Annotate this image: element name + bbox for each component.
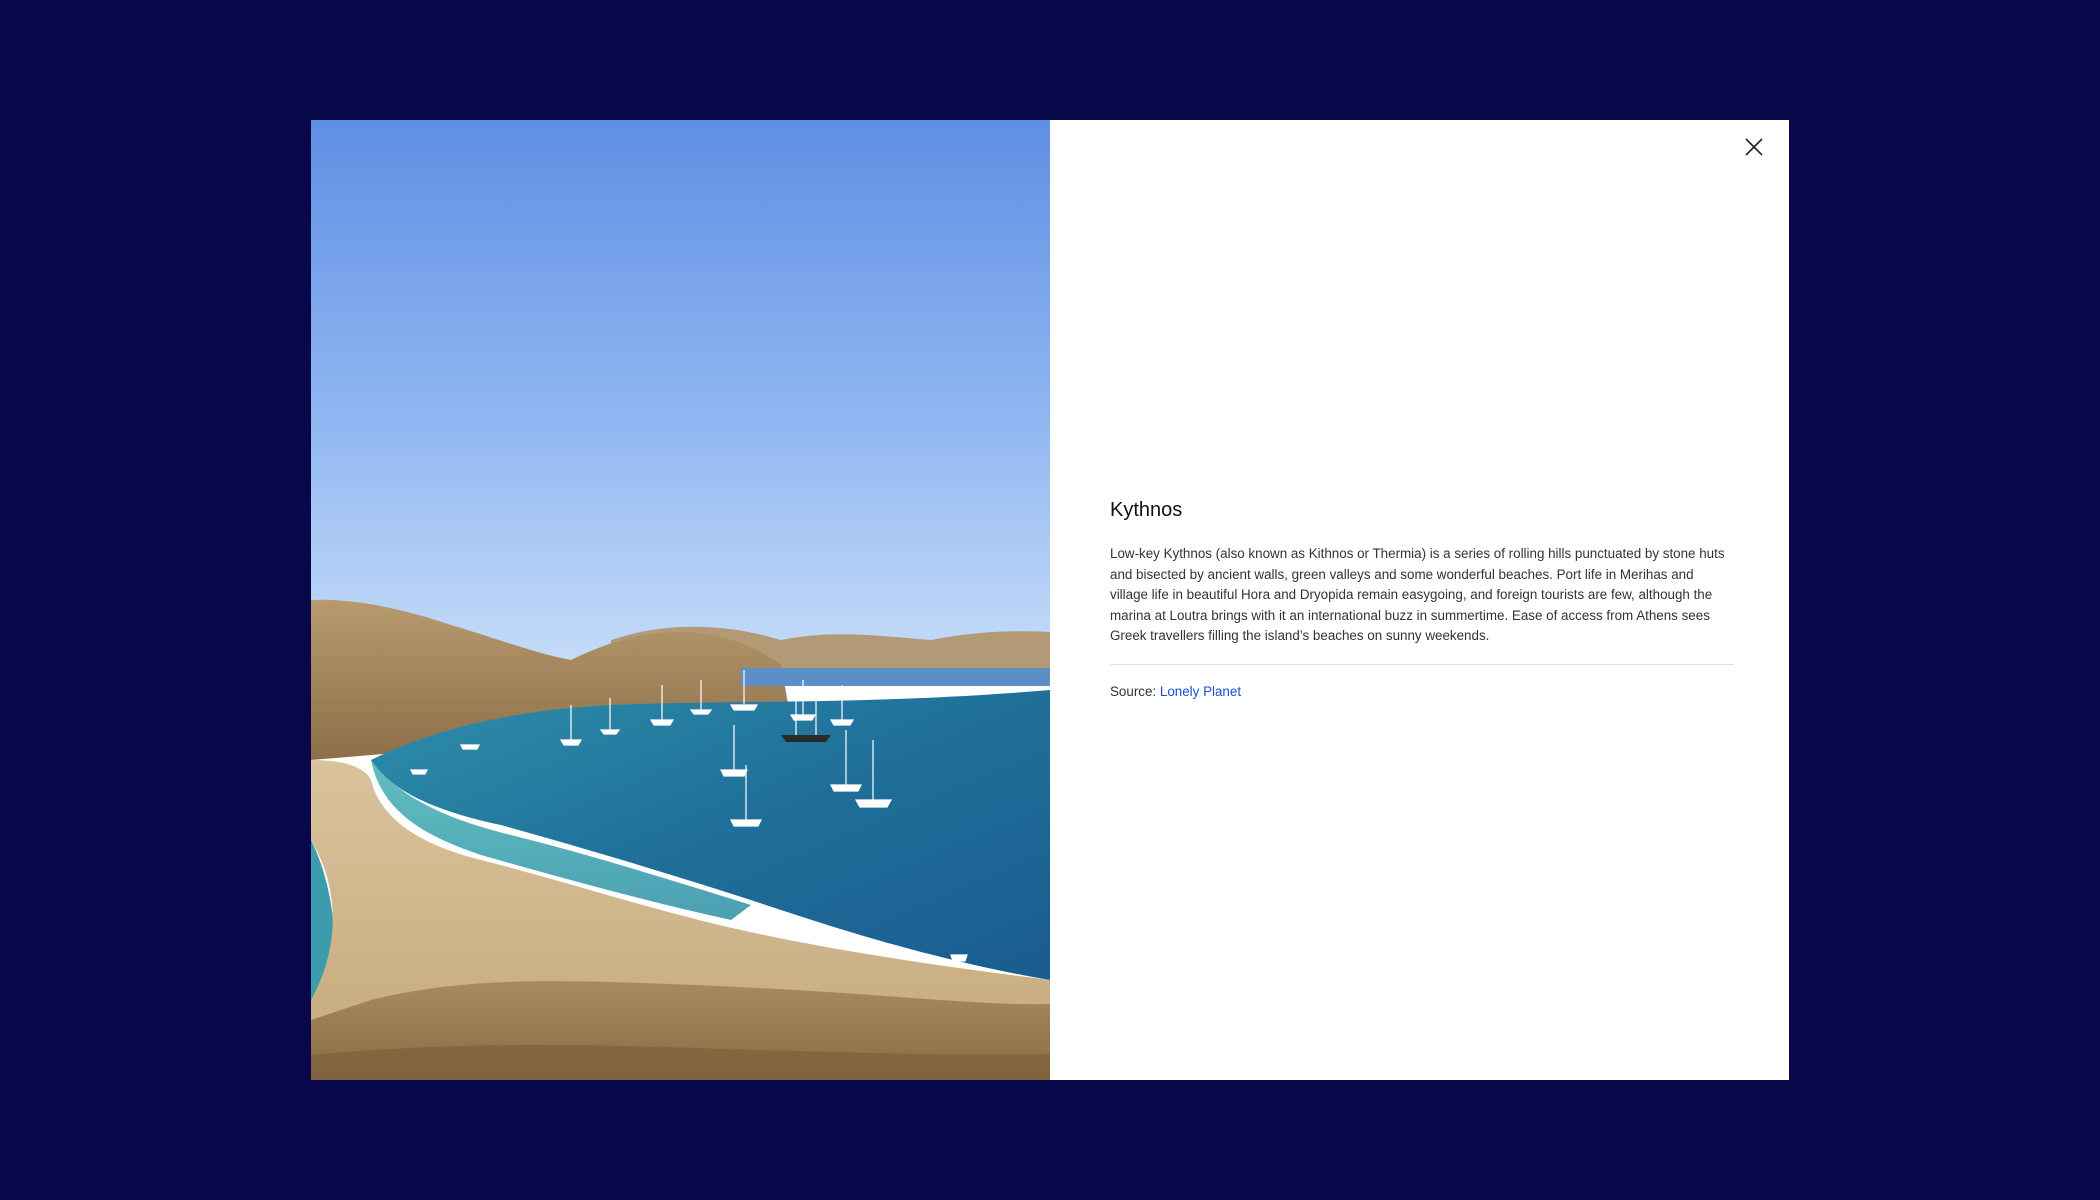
destination-description: Low-key Kythnos (also known as Kithnos o… — [1110, 546, 1725, 644]
source-line: Source: Lonely Planet — [1110, 684, 1734, 699]
divider — [1110, 663, 1734, 665]
destination-photo — [311, 120, 1050, 1080]
beach-bay-illustration — [311, 120, 1050, 1080]
destination-modal: Kythnos Low-key Kythnos (also known as K… — [311, 120, 1789, 1080]
source-link[interactable]: Lonely Planet — [1160, 684, 1241, 699]
close-icon — [1745, 138, 1763, 156]
close-button[interactable] — [1739, 132, 1769, 162]
destination-title: Kythnos — [1110, 499, 1183, 521]
detail-content: Kythnos Low-key Kythnos (also known as K… — [1110, 498, 1734, 699]
source-label: Source: — [1110, 683, 1157, 699]
detail-panel: Kythnos Low-key Kythnos (also known as K… — [1050, 120, 1789, 1080]
